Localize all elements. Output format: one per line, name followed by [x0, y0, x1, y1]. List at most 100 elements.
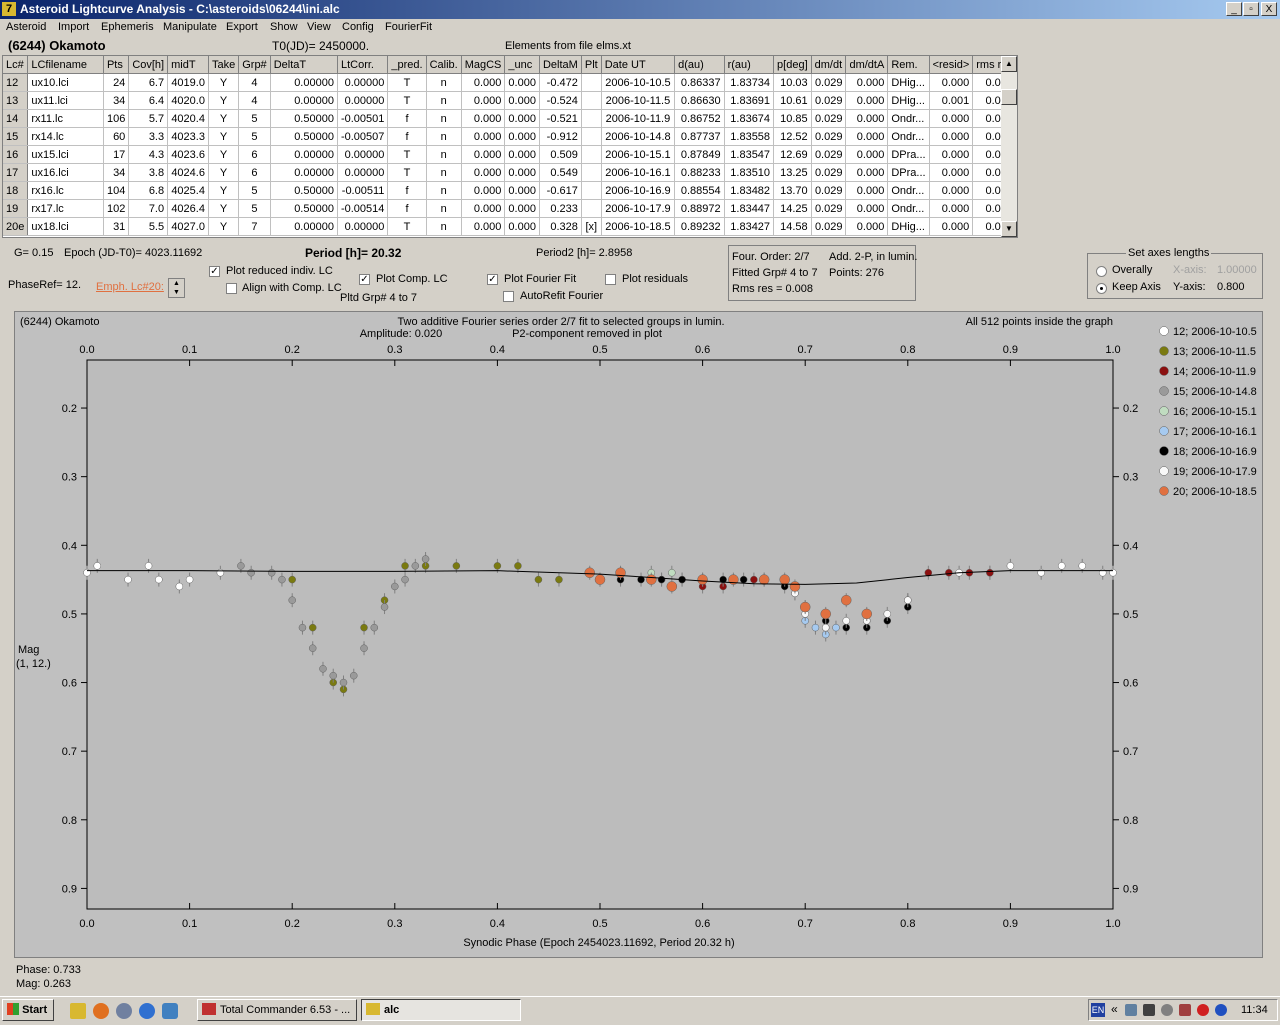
table-cell[interactable]: n — [426, 91, 462, 110]
column-header[interactable]: Calib. — [426, 56, 462, 74]
table-row[interactable]: 19 rx17.lc 102 7.0 4026.4 Y 5 0.50000 -0.00514 f n… — [3, 199, 1017, 218]
table-cell[interactable] — [581, 91, 602, 110]
alc-app-icon[interactable] — [70, 1003, 86, 1019]
table-cell[interactable] — [581, 73, 602, 92]
table-cell[interactable]: 0.509 — [539, 145, 582, 164]
row-header[interactable]: 16 — [3, 145, 29, 164]
table-cell[interactable]: 0.00000 — [270, 217, 338, 236]
table-cell[interactable]: 5.5 — [128, 217, 169, 236]
table-cell[interactable]: T — [387, 163, 427, 182]
column-header[interactable]: LtCorr. — [337, 56, 389, 74]
table-cell[interactable]: 0.029 — [811, 145, 847, 164]
table-cell[interactable]: ux15.lci — [27, 145, 104, 164]
task-alc[interactable]: alc — [361, 999, 521, 1021]
table-cell[interactable]: 0.000 — [504, 73, 540, 92]
table-cell[interactable]: Ondr... — [887, 181, 930, 200]
table-cell[interactable]: Y — [208, 109, 240, 128]
table-cell[interactable]: Ondr... — [887, 109, 930, 128]
table-cell[interactable]: 0.000 — [461, 127, 506, 146]
table-cell[interactable]: 0.000 — [461, 145, 506, 164]
lightcurve-table[interactable]: Lc# LCfilename Pts Cov[h] midT Take Grp# DeltaT… — [2, 55, 1018, 238]
table-cell[interactable]: 1.83482 — [724, 181, 775, 200]
browser-icon[interactable] — [116, 1003, 132, 1019]
tray-icon-2[interactable] — [1143, 1004, 1155, 1016]
column-header[interactable]: Pts — [103, 56, 130, 74]
table-cell[interactable]: T — [387, 91, 427, 110]
table-cell[interactable]: -0.00514 — [337, 199, 389, 218]
xaxis-input[interactable]: 1.00000 — [1217, 264, 1257, 276]
row-header[interactable]: 14 — [3, 109, 29, 128]
table-cell[interactable]: 6.4 — [128, 91, 169, 110]
table-cell[interactable]: 14.25 — [773, 199, 812, 218]
table-cell[interactable]: 0.000 — [845, 91, 889, 110]
table-cell[interactable]: 4026.4 — [167, 199, 209, 218]
table-cell[interactable]: 0.000 — [845, 163, 889, 182]
autorefit-checkbox[interactable] — [503, 291, 514, 302]
close-button[interactable]: X — [1261, 2, 1277, 16]
table-cell[interactable]: 34 — [103, 163, 130, 182]
table-cell[interactable]: 3.3 — [128, 127, 169, 146]
table-cell[interactable]: rx11.lc — [27, 109, 104, 128]
align-comp-checkbox[interactable] — [226, 283, 237, 294]
table-cell[interactable]: 0.88233 — [674, 163, 725, 182]
table-cell[interactable]: 34 — [103, 91, 130, 110]
table-cell[interactable]: 2006-10-10.5 — [601, 73, 676, 92]
table-cell[interactable]: f — [387, 181, 427, 200]
table-cell[interactable]: 0.029 — [811, 73, 847, 92]
table-cell[interactable]: 0.00000 — [270, 73, 338, 92]
table-cell[interactable]: T — [387, 73, 427, 92]
maximize-button[interactable]: ▫ — [1243, 2, 1259, 16]
table-cell[interactable]: 0.000 — [504, 145, 540, 164]
table-cell[interactable]: T — [387, 217, 427, 236]
table-cell[interactable]: T — [387, 145, 427, 164]
table-cell[interactable]: Ondr... — [887, 199, 930, 218]
tray-icon-4[interactable] — [1179, 1004, 1191, 1016]
table-cell[interactable]: 0.029 — [811, 181, 847, 200]
column-header[interactable]: dm/dtA — [845, 56, 889, 74]
row-header[interactable]: 20e — [3, 217, 29, 236]
table-cell[interactable]: 0.000 — [461, 91, 506, 110]
column-header[interactable]: <resid> — [929, 56, 974, 74]
table-cell[interactable]: 4024.6 — [167, 163, 209, 182]
lightcurve-plot[interactable]: (6244) Okamoto Two additive Fourier seri… — [14, 311, 1263, 958]
table-cell[interactable]: 6 — [238, 163, 271, 182]
table-row[interactable]: 20e ux18.lci 31 5.5 4027.0 Y 7 0.00000 0.00000 Tn… — [3, 217, 1017, 236]
row-header[interactable]: 18 — [3, 181, 29, 200]
language-indicator[interactable]: EN — [1091, 1003, 1105, 1017]
table-cell[interactable]: 0.000 — [929, 73, 974, 92]
row-header[interactable]: 13 — [3, 91, 29, 110]
table-cell[interactable]: 0.00000 — [270, 91, 338, 110]
table-cell[interactable]: ux10.lci — [27, 73, 104, 92]
table-cell[interactable]: -0.521 — [539, 109, 582, 128]
table-cell[interactable]: Y — [208, 91, 240, 110]
table-cell[interactable]: 2006-10-17.9 — [601, 199, 676, 218]
table-cell[interactable]: ux16.lci — [27, 163, 104, 182]
overally-radio[interactable] — [1096, 266, 1107, 277]
menu-view[interactable]: View — [307, 21, 331, 33]
table-cell[interactable]: 5 — [238, 199, 271, 218]
table-cell[interactable]: -0.472 — [539, 73, 582, 92]
table-cell[interactable]: 1.83510 — [724, 163, 775, 182]
table-cell[interactable]: 1.83691 — [724, 91, 775, 110]
column-header[interactable]: DeltaM — [539, 56, 582, 74]
minimize-button[interactable]: _ — [1226, 2, 1242, 16]
plot-reduced-checkbox[interactable]: ✓ — [209, 266, 220, 277]
table-cell[interactable]: 0.88972 — [674, 199, 725, 218]
table-cell[interactable]: 12.52 — [773, 127, 812, 146]
table-cell[interactable]: n — [426, 127, 462, 146]
table-cell[interactable]: n — [426, 181, 462, 200]
table-cell[interactable]: 5 — [238, 181, 271, 200]
table-cell[interactable]: 0.029 — [811, 163, 847, 182]
table-cell[interactable]: f — [387, 199, 427, 218]
table-cell[interactable]: 4019.0 — [167, 73, 209, 92]
table-cell[interactable]: 0.000 — [461, 181, 506, 200]
table-cell[interactable]: 7.0 — [128, 199, 169, 218]
menu-config[interactable]: Config — [342, 21, 374, 33]
table-cell[interactable]: 0.000 — [845, 73, 889, 92]
plot-canvas[interactable]: (6244) Okamoto Two additive Fourier seri… — [15, 312, 1262, 957]
table-cell[interactable]: 10.61 — [773, 91, 812, 110]
table-row[interactable]: 12 ux10.lci 24 6.7 4019.0 Y 4 0.00000 0.00000 Tn 0… — [3, 73, 1017, 92]
table-cell[interactable]: 0.00000 — [337, 91, 389, 110]
tray-icon-1[interactable] — [1125, 1004, 1137, 1016]
table-cell[interactable]: 4020.0 — [167, 91, 209, 110]
